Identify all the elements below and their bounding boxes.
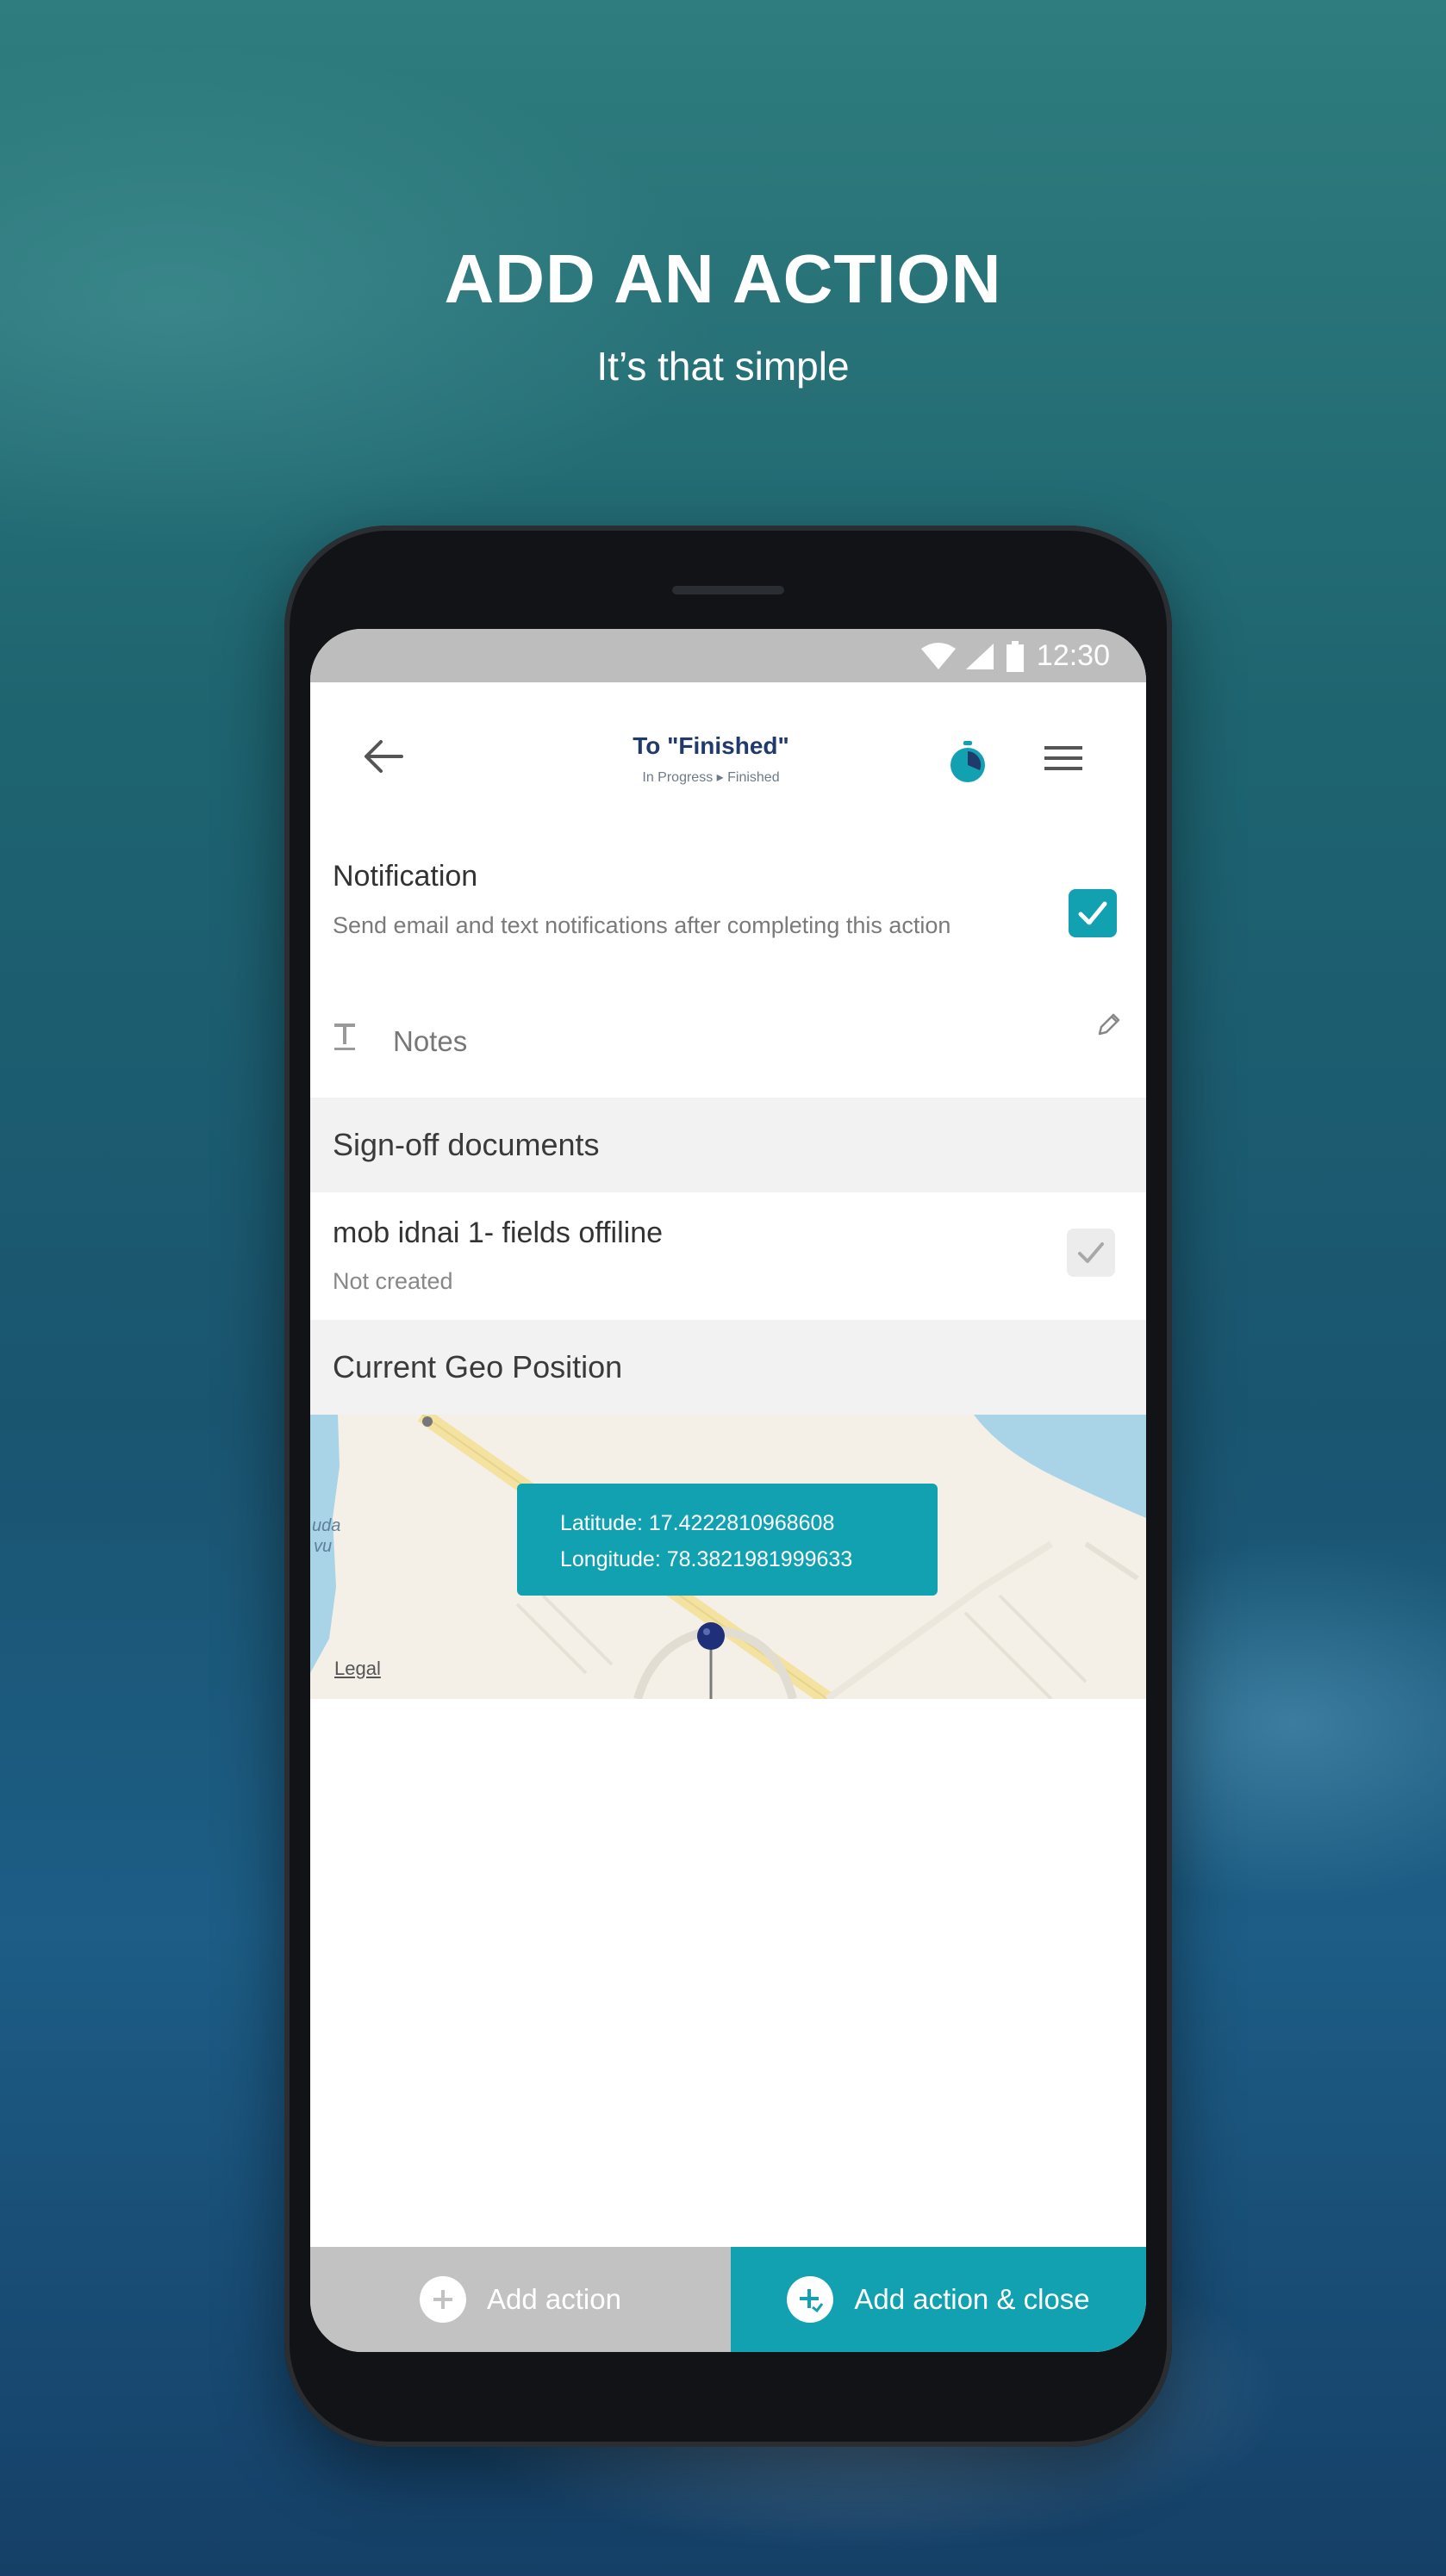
hamburger-menu-icon[interactable]	[1043, 741, 1084, 780]
screen-title: To "Finished"	[633, 732, 789, 759]
add-action-button[interactable]: Add action	[310, 2247, 731, 2352]
screen-title-block: To "Finished" In Progress ▸ Finished	[552, 732, 870, 786]
notification-row[interactable]: Notification Send email and text notific…	[310, 837, 1146, 990]
hero-title: ADD AN ACTION	[444, 240, 1002, 317]
phone-speaker	[672, 586, 784, 594]
bottom-action-bar: Add action Add action & close	[310, 2247, 1146, 2352]
hero-subtitle: It’s that simple	[596, 344, 850, 389]
signal-icon	[965, 643, 994, 669]
add-action-close-label: Add action & close	[854, 2283, 1090, 2315]
status-icons: 12:30	[919, 639, 1110, 673]
signoff-section-header: Sign-off documents	[310, 1098, 1146, 1192]
back-arrow-icon[interactable]	[362, 737, 405, 780]
notes-field[interactable]: Notes	[310, 989, 1146, 1098]
text-field-icon	[333, 1022, 357, 1058]
geo-heading: Current Geo Position	[333, 1349, 623, 1384]
battery-icon	[1006, 640, 1024, 672]
app-bar: To "Finished" In Progress ▸ Finished	[310, 682, 1146, 838]
plus-close-circle-icon	[787, 2276, 834, 2323]
map-place-label: vu	[314, 1537, 333, 1556]
status-time: 12:30	[1036, 639, 1110, 672]
add-action-close-button[interactable]: Add action & close	[731, 2247, 1146, 2352]
map-view[interactable]: uda vu Latitude: 17.4222810968608 Longit…	[310, 1415, 1146, 1699]
notes-label: Notes	[393, 1025, 468, 1057]
checkmark-icon	[1078, 1242, 1104, 1263]
geo-section-header: Current Geo Position	[310, 1320, 1146, 1415]
checkmark-icon	[1078, 901, 1107, 925]
map-legal-link[interactable]: Legal	[334, 1658, 381, 1680]
notification-title: Notification	[333, 860, 478, 893]
map-pin-icon[interactable]	[696, 1621, 726, 1699]
breadcrumb-to: Finished	[727, 770, 780, 785]
phone-frame: 12:30 To "Finished" In Progress ▸ Finish…	[284, 526, 1172, 2447]
signoff-heading: Sign-off documents	[333, 1127, 600, 1162]
document-title: mob idnai 1- fields offiline	[333, 1216, 664, 1249]
latitude-text: Latitude: 17.4222810968608	[560, 1511, 835, 1535]
phone-screen: 12:30 To "Finished" In Progress ▸ Finish…	[310, 629, 1146, 2352]
status-bar: 12:30	[310, 629, 1146, 682]
document-status: Not created	[333, 1268, 453, 1294]
map-place-label: uda	[312, 1516, 341, 1535]
notification-description: Send email and text notifications after …	[333, 912, 951, 938]
document-checkbox[interactable]	[1067, 1229, 1115, 1277]
status-breadcrumb: In Progress ▸ Finished	[552, 768, 870, 786]
timer-icon[interactable]	[948, 741, 988, 788]
notification-checkbox[interactable]	[1069, 889, 1117, 937]
plus-circle-icon	[420, 2276, 467, 2323]
breadcrumb-from: In Progress	[642, 770, 714, 785]
location-info-bubble: Latitude: 17.4222810968608 Longitude: 78…	[517, 1484, 938, 1596]
wifi-icon	[920, 642, 956, 669]
signoff-document-row[interactable]: mob idnai 1- fields offiline Not created	[310, 1192, 1146, 1320]
pencil-icon[interactable]	[1096, 1011, 1122, 1042]
longitude-text: Longitude: 78.3821981999633	[560, 1547, 853, 1571]
add-action-label: Add action	[487, 2283, 621, 2315]
breadcrumb-chevron-icon: ▸	[716, 770, 724, 785]
